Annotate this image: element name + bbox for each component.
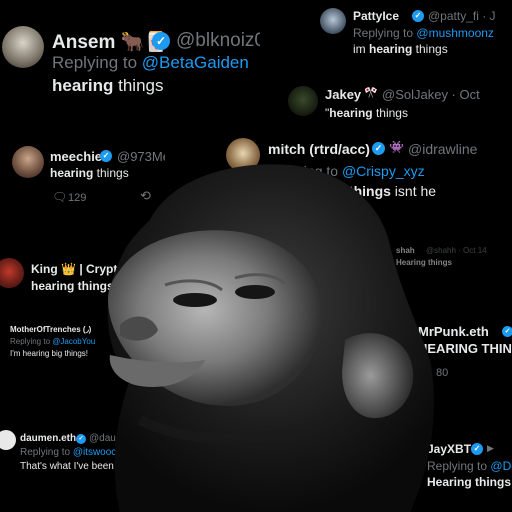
monkey-eye-right	[235, 285, 275, 299]
monkey-photo	[107, 164, 434, 512]
monkey-eye-left	[173, 293, 217, 307]
